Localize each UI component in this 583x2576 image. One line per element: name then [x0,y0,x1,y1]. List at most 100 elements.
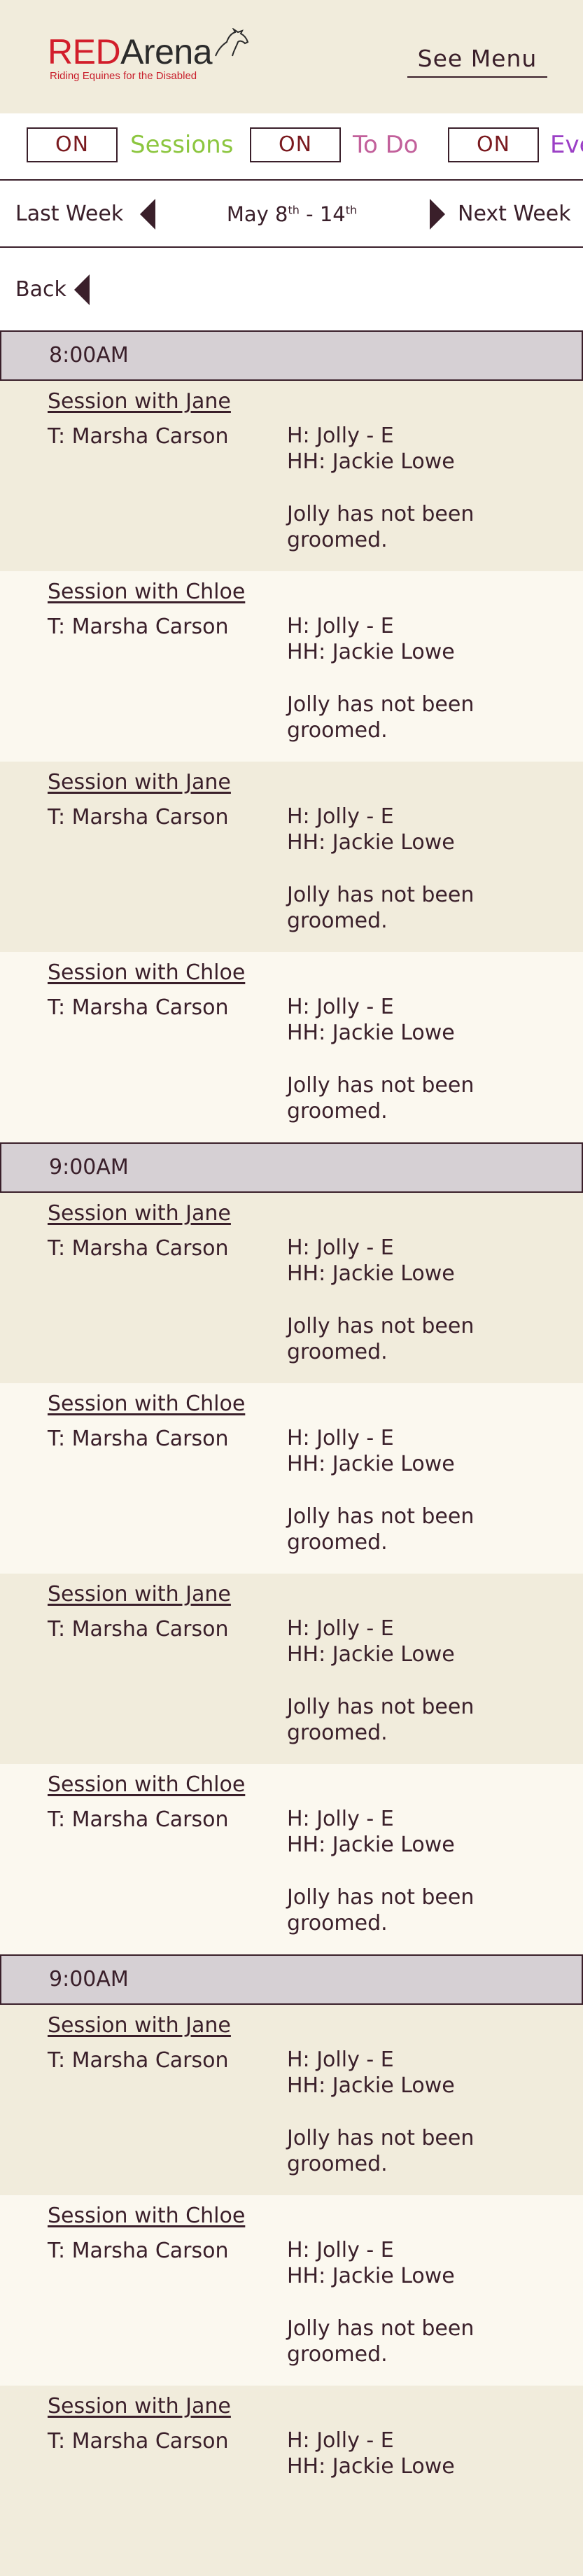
session-horse: H: Jolly - E [287,804,394,829]
caret-left-icon[interactable] [140,199,155,230]
session-note: Jolly has not been groomed. [287,1885,475,1935]
session-horse: H: Jolly - E [287,424,394,448]
logo-tagline: Riding Equines for the Disabled [50,70,197,82]
session-note: Jolly has not been groomed. [287,2126,475,2176]
session-card: Session with Jane T: Marsha Carson H: Jo… [0,1574,583,1764]
session-title-link[interactable]: Session with Chloe [48,578,245,606]
session-handler: HH: Jackie Lowe [287,2073,455,2098]
session-card: Session with Jane T: Marsha Carson H: Jo… [0,2386,583,2576]
session-handler: HH: Jackie Lowe [287,1452,455,1476]
session-trainer: T: Marsha Carson [48,615,229,639]
session-title-link[interactable]: Session with Chloe [48,1771,245,1799]
session-details: H: Jolly - E HH: Jackie Lowe Jolly has n… [287,1425,546,1555]
schedule-list: 8:00AM Session with Jane T: Marsha Carso… [0,330,583,2576]
session-trainer: T: Marsha Carson [48,1617,229,1642]
sessions-filter-label: Sessions [130,131,234,159]
session-trainer: T: Marsha Carson [48,2429,229,2454]
session-handler: HH: Jackie Lowe [287,830,455,855]
session-card: Session with Chloe T: Marsha Carson H: J… [0,952,583,1142]
session-title-link[interactable]: Session with Jane [48,1200,231,1228]
session-title-link[interactable]: Session with Chloe [48,1390,245,1418]
logo-brand-dark: Arena [120,32,213,71]
app-header: REDArena Riding Equines for the Disabled… [0,0,583,113]
sessions-toggle[interactable]: ON [27,127,118,162]
range-separator: - [299,202,320,226]
session-horse: H: Jolly - E [287,2238,394,2262]
session-card: Session with Jane T: Marsha Carson H: Jo… [0,2005,583,2195]
caret-right-icon[interactable] [430,199,445,230]
week-range: May 8th - 14th [210,200,374,228]
range-end: 14 [319,202,346,226]
session-horse: H: Jolly - E [287,1236,394,1260]
session-note: Jolly has not been groomed. [287,1695,475,1745]
see-menu-button[interactable]: See Menu [407,45,547,78]
todo-toggle[interactable]: ON [250,127,341,162]
session-handler: HH: Jackie Lowe [287,449,455,474]
session-trainer: T: Marsha Carson [48,1236,229,1261]
session-handler: HH: Jackie Lowe [287,1833,455,1857]
events-filter-label: Events [550,131,583,159]
session-note: Jolly has not been groomed. [287,2316,475,2367]
session-note: Jolly has not been groomed. [287,692,475,743]
range-end-suffix: th [345,203,358,217]
events-toggle[interactable]: ON [448,127,539,162]
horse-head-icon [215,28,249,57]
session-card: Session with Jane T: Marsha Carson H: Jo… [0,762,583,952]
session-card: Session with Chloe T: Marsha Carson H: J… [0,2195,583,2386]
time-slot-header: 9:00AM [0,1954,583,2005]
session-title-link[interactable]: Session with Chloe [48,2202,245,2230]
session-title-link[interactable]: Session with Jane [48,769,231,797]
session-details: H: Jolly - E HH: Jackie Lowe Jolly has n… [287,994,546,1124]
session-horse: H: Jolly - E [287,1807,394,1831]
week-navigation: Last Week May 8th - 14th Next Week [0,181,583,248]
session-note: Jolly has not been groomed. [287,1314,475,1364]
session-card: Session with Chloe T: Marsha Carson H: J… [0,571,583,762]
back-caret-icon[interactable] [74,274,90,305]
session-details: H: Jolly - E HH: Jackie Lowe Jolly has n… [287,1616,546,1746]
session-horse: H: Jolly - E [287,2428,394,2453]
session-horse: H: Jolly - E [287,2047,394,2072]
session-details: H: Jolly - E HH: Jackie Lowe Jolly has n… [287,2237,546,2367]
red-arena-logo[interactable]: REDArena Riding Equines for the Disabled [48,28,251,87]
session-handler: HH: Jackie Lowe [287,2454,455,2479]
range-start-suffix: th [288,203,300,217]
session-title-link[interactable]: Session with Chloe [48,959,245,987]
back-button[interactable]: Back [15,276,66,304]
session-note: Jolly has not been groomed. [287,502,475,552]
todo-filter-label: To Do [353,131,419,159]
session-handler: HH: Jackie Lowe [287,1642,455,1667]
range-start: May 8 [226,202,288,226]
time-slot-header: 9:00AM [0,1142,583,1193]
logo-brand-red: RED [48,32,121,71]
session-trainer: T: Marsha Carson [48,995,229,1020]
last-week-button[interactable]: Last Week [15,200,123,228]
session-title-link[interactable]: Session with Jane [48,2012,231,2040]
session-details: H: Jolly - E HH: Jackie Lowe Jolly has n… [287,613,546,743]
session-title-link[interactable]: Session with Jane [48,2393,231,2421]
session-horse: H: Jolly - E [287,1616,394,1641]
session-details: H: Jolly - E HH: Jackie Lowe Jolly has n… [287,1235,546,1365]
session-details: H: Jolly - E HH: Jackie Lowe [287,2428,546,2479]
session-title-link[interactable]: Session with Jane [48,388,231,416]
session-handler: HH: Jackie Lowe [287,1261,455,1286]
session-handler: HH: Jackie Lowe [287,1021,455,1045]
session-details: H: Jolly - E HH: Jackie Lowe Jolly has n… [287,804,546,934]
session-handler: HH: Jackie Lowe [287,640,455,664]
session-handler: HH: Jackie Lowe [287,2264,455,2288]
session-horse: H: Jolly - E [287,995,394,1019]
session-horse: H: Jolly - E [287,1426,394,1450]
session-trainer: T: Marsha Carson [48,805,229,830]
filter-bar: ON Sessions ON To Do ON Events [0,113,583,181]
session-trainer: T: Marsha Carson [48,424,229,449]
session-note: Jolly has not been groomed. [287,883,475,933]
session-trainer: T: Marsha Carson [48,1807,229,1832]
session-trainer: T: Marsha Carson [48,1427,229,1451]
next-week-button[interactable]: Next Week [458,200,571,228]
session-card: Session with Jane T: Marsha Carson H: Jo… [0,1193,583,1383]
session-details: H: Jolly - E HH: Jackie Lowe Jolly has n… [287,423,546,553]
session-title-link[interactable]: Session with Jane [48,1581,231,1609]
session-details: H: Jolly - E HH: Jackie Lowe Jolly has n… [287,1806,546,1936]
session-card: Session with Chloe T: Marsha Carson H: J… [0,1383,583,1574]
session-trainer: T: Marsha Carson [48,2239,229,2263]
session-card: Session with Chloe T: Marsha Carson H: J… [0,1764,583,1954]
